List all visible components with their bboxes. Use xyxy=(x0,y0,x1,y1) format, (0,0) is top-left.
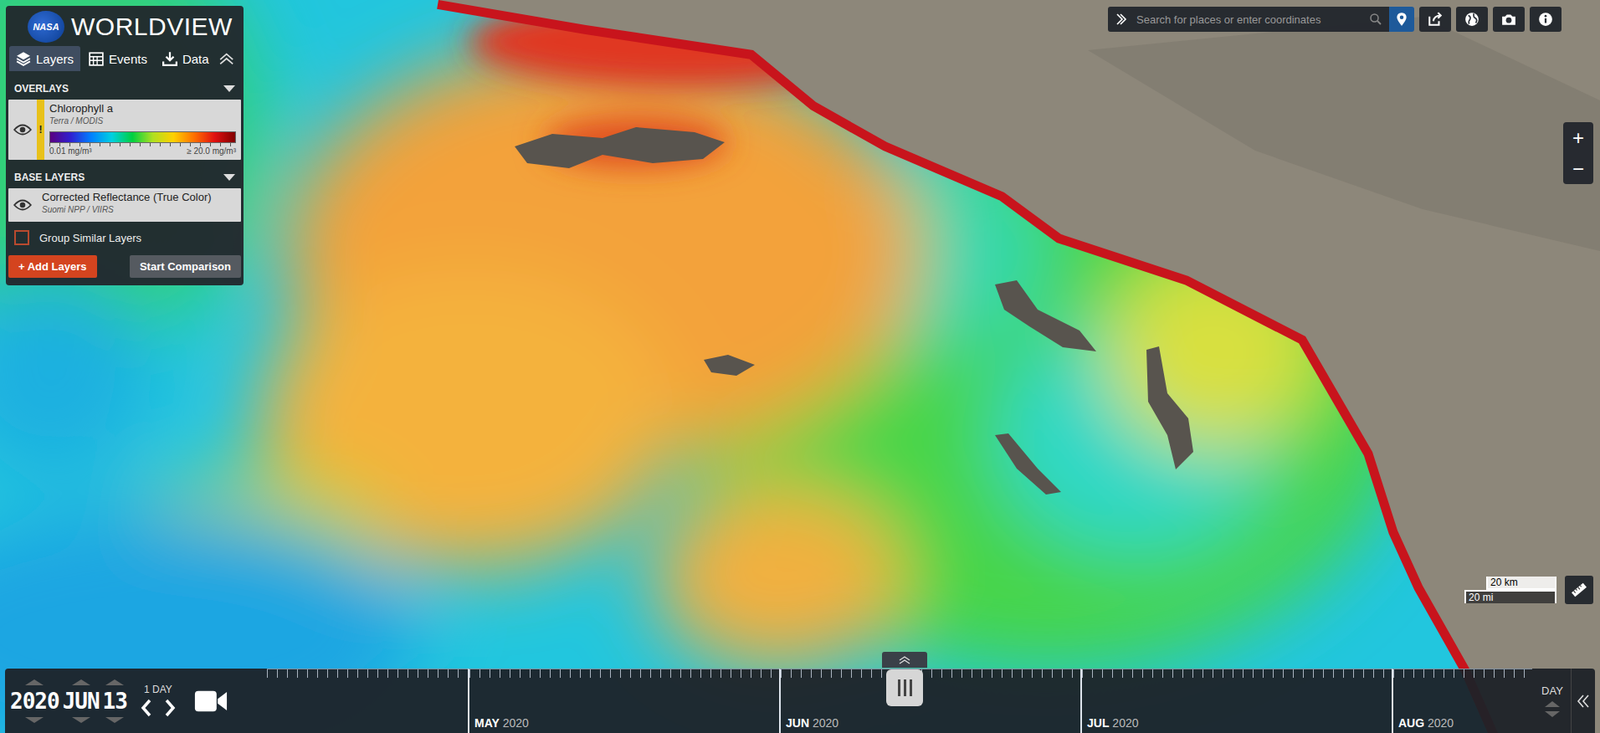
timeline-month[interactable]: JUN 2020 xyxy=(779,668,1081,733)
layer-section: OVERLAYS! Chlorophyll aTerra / MODIS 0.01 … xyxy=(5,71,244,160)
section-header[interactable]: OVERLAYS xyxy=(5,79,244,98)
increment-icon[interactable] xyxy=(25,679,44,686)
projection-button[interactable] xyxy=(1456,6,1488,32)
layer-name: Chlorophyll a xyxy=(49,102,236,116)
layer-info: Chlorophyll aTerra / MODIS 0.01 mg/m³≥ 20… xyxy=(44,99,242,160)
step-control: 1 DAY xyxy=(140,683,176,719)
share-icon xyxy=(1427,11,1443,27)
section-header[interactable]: BASE LAYERS xyxy=(5,168,244,187)
sidebar-tab[interactable]: Layers xyxy=(9,46,81,72)
layer-sidebar: NASAWORLDVIEWLayersEventsDataOVERLAYS!Ch… xyxy=(5,5,244,286)
layer-info: Corrected Reflectance (True Color)Suomi … xyxy=(36,188,242,222)
sidebar-tab[interactable]: Data xyxy=(155,46,216,72)
legend-ticks xyxy=(49,143,236,147)
legend: 0.01 mg/m³≥ 20.0 mg/m³ xyxy=(49,131,236,157)
timeline-month[interactable]: JUL 2020 xyxy=(1080,668,1392,733)
scale-lines: 20 km20 mi xyxy=(1459,576,1557,604)
date-handle[interactable] xyxy=(886,669,924,707)
scale-imperial: 20 mi xyxy=(1464,589,1557,604)
measure-button[interactable] xyxy=(1564,575,1594,605)
snapshot-button[interactable] xyxy=(1492,6,1525,32)
increment-icon[interactable] xyxy=(105,679,124,686)
step-arrows xyxy=(140,697,176,719)
scale-metric: 20 km xyxy=(1486,576,1557,590)
layer-row[interactable]: ! Chlorophyll aTerra / MODIS 0.01 mg/m³≥ 2… xyxy=(8,99,242,160)
caret-icon xyxy=(223,85,236,93)
collapse-left-icon xyxy=(1576,692,1590,710)
year-field[interactable]: 2020 xyxy=(10,679,60,724)
date-selector: 2020JUN13 1 DAY xyxy=(5,668,267,733)
info-button[interactable] xyxy=(1529,6,1562,32)
pin-icon xyxy=(1394,11,1410,27)
legend-colorbar[interactable] xyxy=(49,131,236,144)
timeline-zoom[interactable]: DAY xyxy=(1533,668,1571,733)
layer-row[interactable]: Corrected Reflectance (True Color)Suomi … xyxy=(8,188,242,222)
checkbox[interactable] xyxy=(14,230,30,246)
decrement-icon[interactable] xyxy=(25,717,44,724)
group-similar-toggle[interactable]: Group Similar Layers xyxy=(5,221,244,251)
interval-label[interactable]: 1 DAY xyxy=(143,683,173,696)
timeline-bar: 2020JUN13 1 DAY MAY 2020JUN 2020JUL 2020AU… xyxy=(5,668,1595,733)
location-button[interactable] xyxy=(1389,6,1415,32)
scale-bar: 20 km20 mi xyxy=(1459,575,1594,605)
collapse-icon[interactable] xyxy=(217,51,236,67)
eye-icon[interactable] xyxy=(13,123,32,137)
caret-icon xyxy=(223,174,236,181)
info-icon xyxy=(1538,11,1554,27)
start-comparison-button[interactable]: Start Comparison xyxy=(129,255,242,278)
toolbar: Search for places or enter coordinates xyxy=(1107,6,1562,32)
decrement-icon[interactable] xyxy=(105,717,124,724)
warning-badge[interactable]: ! xyxy=(36,99,45,160)
globe-icon xyxy=(1464,11,1480,27)
brand[interactable]: NASAWORLDVIEW xyxy=(5,5,244,47)
timeline-track[interactable]: MAY 2020JUN 2020JUL 2020AUG 2020 xyxy=(266,668,1534,733)
layer-source: Terra / MODIS xyxy=(49,115,236,127)
zoom-out-button[interactable]: − xyxy=(1563,153,1594,185)
expand-timeline-icon[interactable] xyxy=(882,651,928,668)
layer-source: Suomi NPP / VIIRS xyxy=(41,204,236,216)
share-button[interactable] xyxy=(1419,6,1452,32)
previous-icon[interactable] xyxy=(140,697,153,719)
add-layers-button[interactable]: + Add Layers xyxy=(8,255,98,278)
nasa-logo-icon: NASA xyxy=(27,10,65,43)
legend-labels: 0.01 mg/m³≥ 20.0 mg/m³ xyxy=(49,146,236,157)
camera-icon xyxy=(1501,11,1517,27)
next-icon[interactable] xyxy=(164,697,176,719)
decrement-icon[interactable] xyxy=(71,717,91,724)
sidebar-tab[interactable]: Events xyxy=(82,46,154,72)
button-row: + Add Layers Start Comparison xyxy=(5,250,244,278)
worldview-app: NASAWORLDVIEWLayersEventsDataOVERLAYS!Ch… xyxy=(0,0,1600,733)
timeline-collapse-button[interactable] xyxy=(1570,668,1595,733)
day-field[interactable]: 13 xyxy=(102,679,128,724)
zoom-in-button[interactable]: + xyxy=(1563,122,1594,154)
video-icon[interactable] xyxy=(192,688,230,714)
search-field[interactable]: Search for places or enter coordinates xyxy=(1107,6,1390,32)
timeline-lead xyxy=(266,668,468,733)
increment-icon[interactable] xyxy=(71,679,91,686)
download-icon xyxy=(162,51,178,67)
layer-section: BASE LAYERSCorrected Reflectance (True C… xyxy=(5,159,244,222)
app-title: WORLDVIEW xyxy=(71,12,233,42)
tab-bar: LayersEventsData xyxy=(5,46,244,72)
search-icon[interactable] xyxy=(1369,12,1383,26)
timeline-month[interactable]: AUG 2020 xyxy=(1391,668,1533,733)
expand-icon[interactable] xyxy=(1114,12,1129,26)
zoom-down-icon[interactable] xyxy=(1544,711,1560,718)
search-placeholder: Search for places or enter coordinates xyxy=(1136,13,1361,26)
ruler-icon xyxy=(1571,582,1587,598)
zoom-up-icon[interactable] xyxy=(1544,701,1560,708)
timeline-month[interactable]: MAY 2020 xyxy=(467,668,780,733)
timeline-handle[interactable] xyxy=(886,651,924,707)
layer-name: Corrected Reflectance (True Color) xyxy=(41,190,236,205)
month-field[interactable]: JUN xyxy=(62,679,100,724)
layers-icon xyxy=(15,51,31,67)
zoom-control: +− xyxy=(1563,122,1594,185)
eye-icon[interactable] xyxy=(13,198,32,212)
calendar-icon xyxy=(88,51,104,67)
